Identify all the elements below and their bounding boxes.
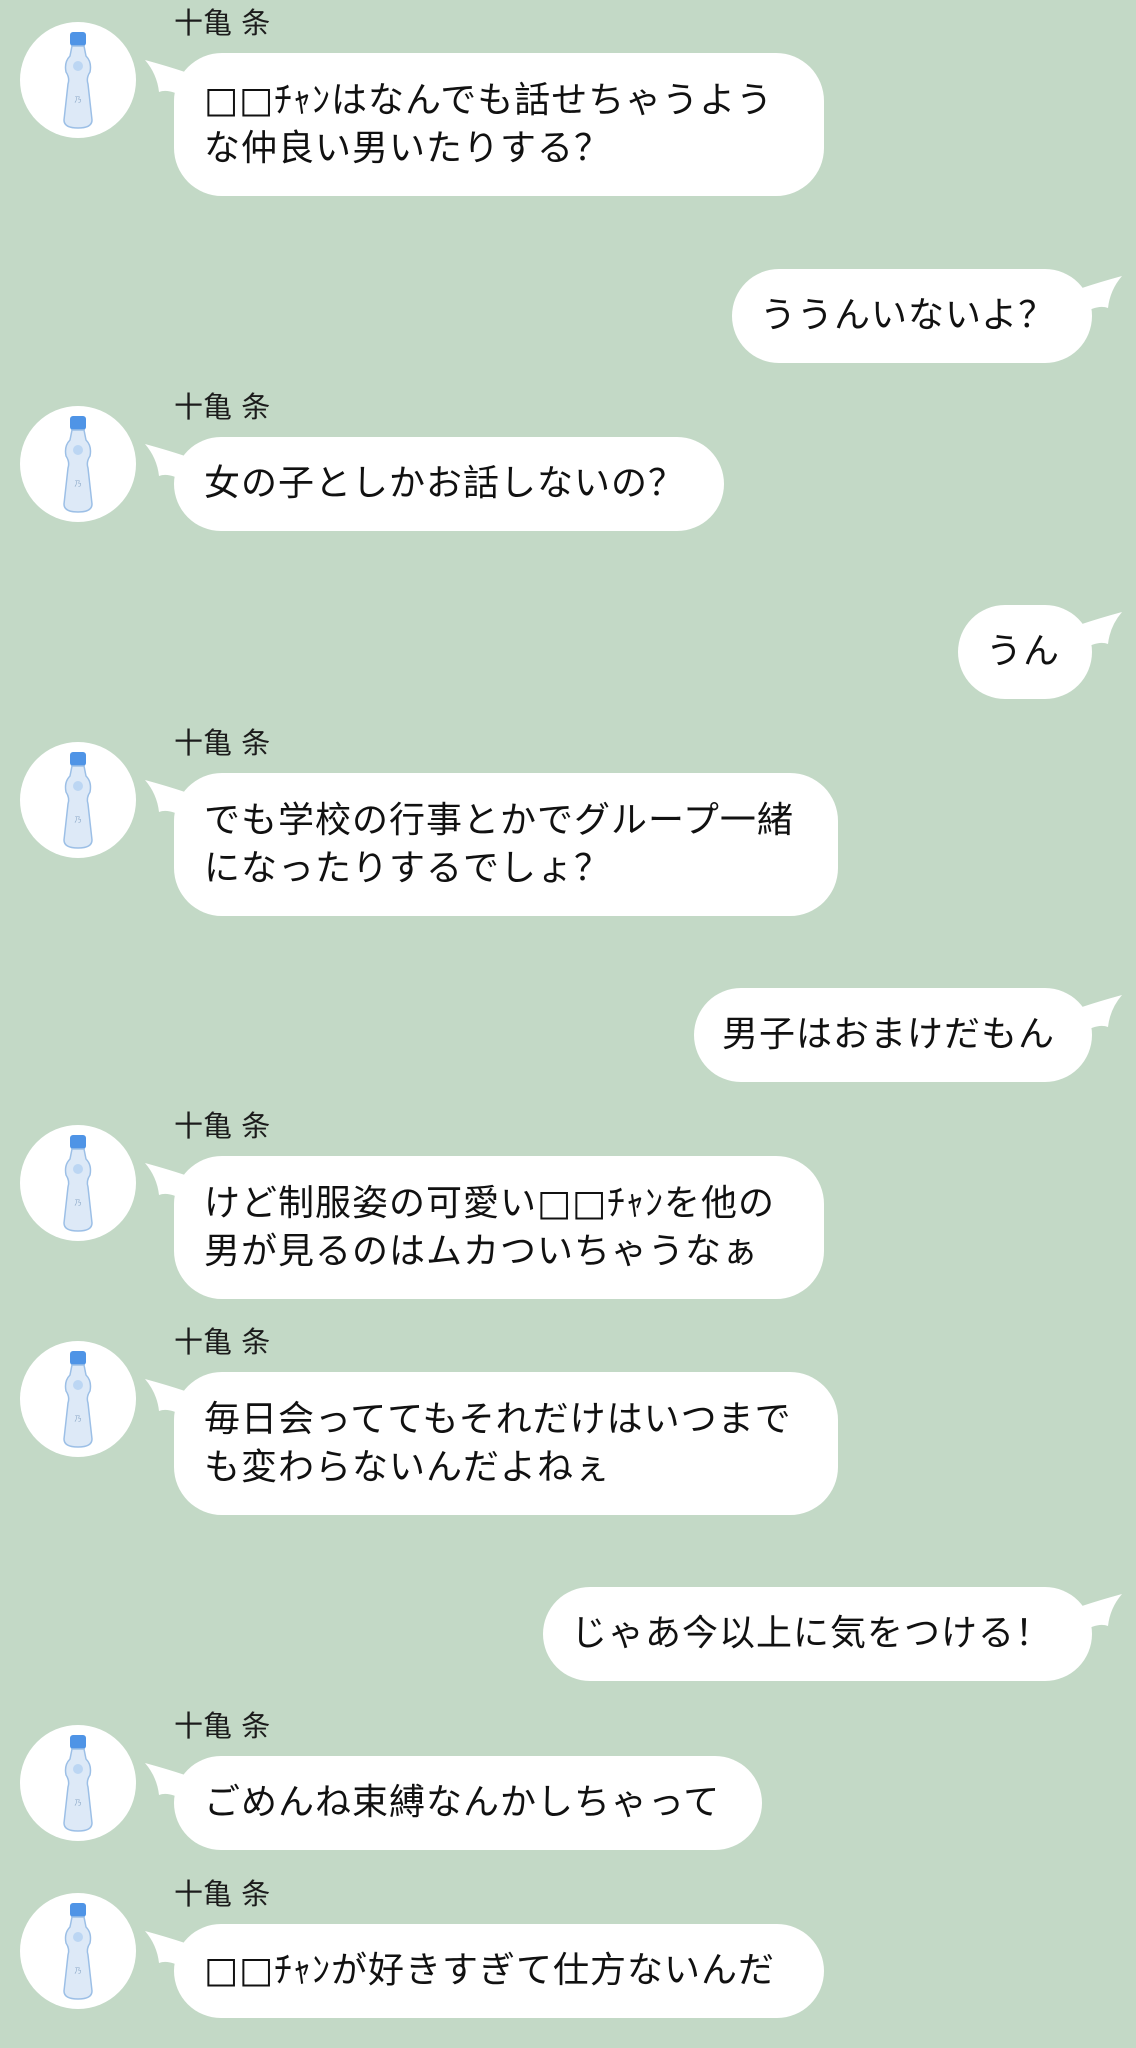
sender-name: 十亀 条 — [174, 726, 271, 760]
ramune-bottle-icon: 乃 — [63, 1735, 93, 1832]
contact-avatar[interactable]: 乃 — [20, 1125, 136, 1241]
svg-text:乃: 乃 — [75, 1799, 82, 1807]
contact-avatar[interactable]: 乃 — [20, 406, 136, 522]
ramune-bottle-icon: 乃 — [63, 416, 93, 513]
ramune-bottle-icon: 乃 — [63, 32, 93, 129]
svg-text:乃: 乃 — [75, 1415, 82, 1423]
message-bubble[interactable]: □□ﾁｬﾝが好きすぎて仕方ないんだ — [174, 1924, 824, 2018]
ramune-bottle-icon: 乃 — [63, 1351, 93, 1448]
message-bubble[interactable]: 女の子としかお話しないの？ — [174, 437, 724, 531]
message-bubble[interactable]: じゃあ今以上に気をつける！ — [543, 1587, 1092, 1681]
svg-text:乃: 乃 — [75, 1199, 82, 1207]
contact-avatar[interactable]: 乃 — [20, 742, 136, 858]
svg-text:乃: 乃 — [75, 1967, 82, 1975]
sender-name: 十亀 条 — [174, 1709, 271, 1743]
message-bubble[interactable]: ううんいないよ？ — [732, 269, 1092, 363]
sender-name: 十亀 条 — [174, 6, 271, 40]
ramune-bottle-icon: 乃 — [63, 1135, 93, 1232]
contact-avatar[interactable]: 乃 — [20, 1341, 136, 1457]
svg-text:乃: 乃 — [75, 480, 82, 488]
sender-name: 十亀 条 — [174, 390, 271, 424]
contact-avatar[interactable]: 乃 — [20, 1725, 136, 1841]
message-bubble[interactable]: 男子はおまけだもん — [694, 988, 1092, 1082]
message-bubble[interactable]: けど制服姿の可愛い□□ﾁｬﾝを他の男が見るのはムカついちゃうなぁ — [174, 1156, 824, 1299]
message-bubble[interactable]: ごめんね束縛なんかしちゃって — [174, 1756, 762, 1850]
message-bubble[interactable]: 毎日会っててもそれだけはいつまでも変わらないんだよねぇ — [174, 1372, 838, 1515]
message-bubble[interactable]: でも学校の行事とかでグループ一緒になったりするでしょ？ — [174, 773, 838, 916]
svg-text:乃: 乃 — [75, 96, 82, 104]
chat-area[interactable]: 乃 十亀 条 □□ﾁｬﾝはなんでも話せちゃうような仲良い男いたりする？ ううんい… — [0, 0, 1136, 2048]
ramune-bottle-icon: 乃 — [63, 1903, 93, 2000]
message-bubble[interactable]: □□ﾁｬﾝはなんでも話せちゃうような仲良い男いたりする？ — [174, 53, 824, 196]
message-bubble[interactable]: うん — [958, 605, 1092, 699]
sender-name: 十亀 条 — [174, 1877, 271, 1911]
contact-avatar[interactable]: 乃 — [20, 22, 136, 138]
contact-avatar[interactable]: 乃 — [20, 1893, 136, 2009]
sender-name: 十亀 条 — [174, 1109, 271, 1143]
sender-name: 十亀 条 — [174, 1325, 271, 1359]
svg-text:乃: 乃 — [75, 816, 82, 824]
ramune-bottle-icon: 乃 — [63, 752, 93, 849]
